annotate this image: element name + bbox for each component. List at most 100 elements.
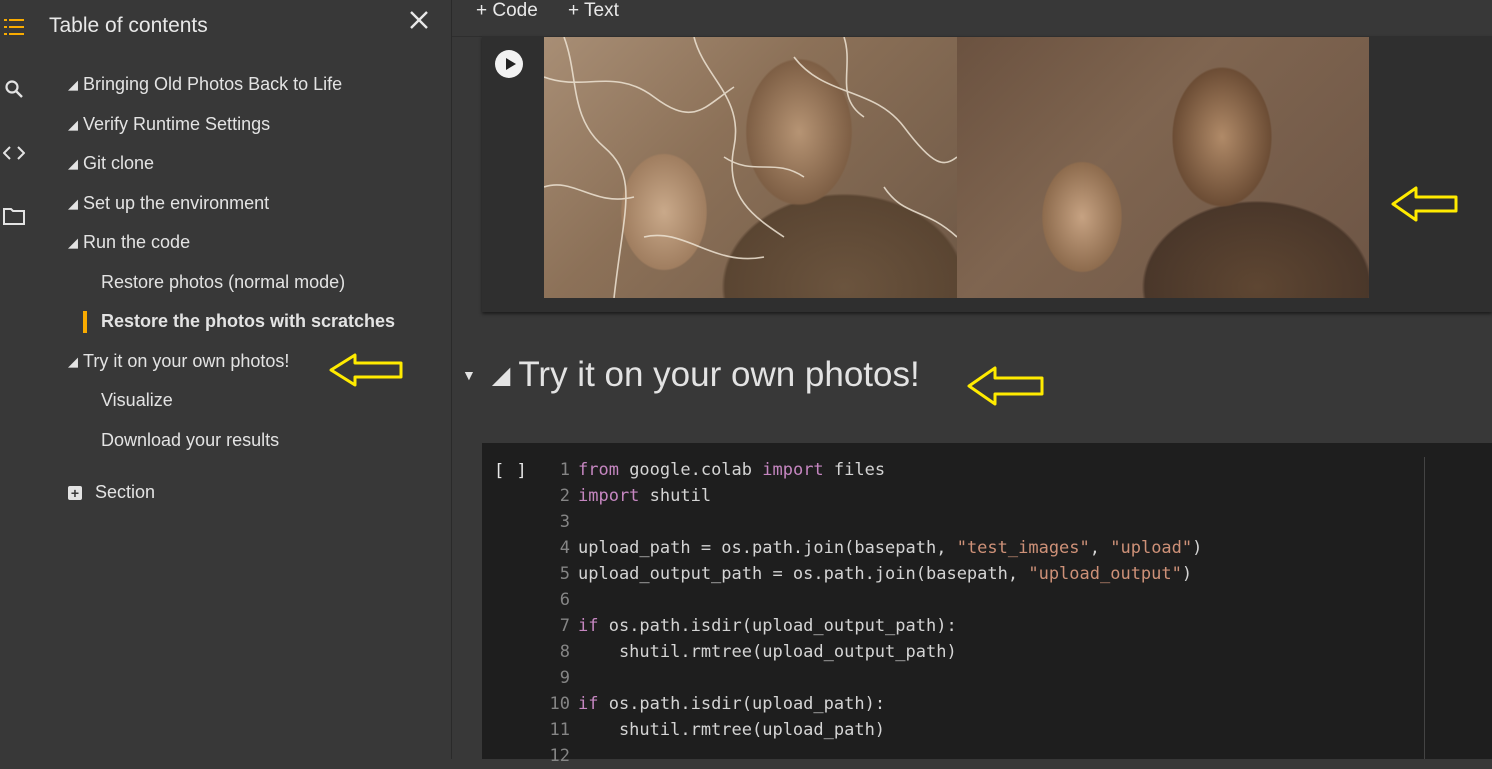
code-cell[interactable]: [ ] 1 from google.colab import files 2 impo… — [482, 443, 1492, 766]
toc-item-restore-scratches[interactable]: Restore the photos with scratches — [101, 311, 395, 332]
old-damaged-photo — [544, 37, 957, 298]
code-line[interactable]: 9 — [538, 665, 1202, 691]
toc-icon[interactable] — [3, 16, 25, 38]
line-number: 4 — [559, 538, 570, 558]
code-text: if os.path.isdir(upload_output_path): — [578, 613, 957, 639]
section-triangle-icon: ◢ — [68, 234, 78, 250]
search-icon[interactable] — [3, 78, 25, 100]
code-token: import — [578, 486, 640, 506]
toc-item-restore-normal[interactable]: Restore photos (normal mode) — [101, 272, 345, 293]
close-icon[interactable] — [407, 8, 431, 32]
code-token: files — [823, 460, 886, 480]
code-text: upload_output_path = os.path.join(basepa… — [578, 561, 1192, 587]
code-text: upload_path = os.path.join(basepath, "te… — [578, 535, 1202, 561]
code-line[interactable]: 1 from google.colab import files — [538, 457, 1202, 483]
code-token: shutil.rmtree(upload_path) — [578, 720, 886, 740]
code-token: os.path.isdir(upload_output_path): — [598, 616, 957, 636]
toc-item-label: Git clone — [83, 153, 155, 173]
code-text: if os.path.isdir(upload_path): — [578, 691, 885, 717]
section-triangle-icon: ◢ — [68, 353, 78, 369]
section-heading: ▼ ◢ Try it on your own photos! — [462, 355, 920, 395]
folder-icon[interactable] — [3, 205, 25, 227]
line-number: 11 — [549, 720, 570, 740]
annotation-arrow-icon — [1391, 186, 1458, 222]
toc-item-visualize[interactable]: Visualize — [101, 390, 173, 411]
code-line[interactable]: 2 import shutil — [538, 483, 1202, 509]
code-text: import shutil — [578, 483, 711, 509]
table-of-contents-panel: Table of contents ◢ Bringing Old Photos B… — [30, 0, 451, 759]
line-number: 9 — [559, 668, 570, 688]
line-number: 10 — [549, 694, 570, 714]
line-number: 7 — [559, 616, 570, 636]
toc-item-label: Download your results — [101, 430, 280, 450]
side-rail — [0, 0, 30, 759]
code-token: import — [762, 460, 824, 480]
toc-item-try-own-photos[interactable]: ◢ Try it on your own photos! — [68, 351, 289, 372]
toc-item-label: Restore the photos with scratches — [101, 311, 396, 331]
toc-item-label: Try it on your own photos! — [83, 351, 290, 371]
section-triangle-icon: ◢ — [68, 116, 78, 132]
code-line[interactable]: 6 — [538, 587, 1202, 613]
section-triangle-icon: ◢ — [68, 195, 78, 211]
toc-item-bringing-old-photos[interactable]: ◢ Bringing Old Photos Back to Life — [68, 74, 342, 95]
code-token: upload_path = os.path.join(basepath, — [578, 538, 957, 558]
annotation-arrow-icon — [329, 353, 403, 387]
section-triangle-icon: ◢ — [491, 361, 511, 389]
editor-ruler — [1424, 457, 1425, 759]
scratch-overlay — [544, 37, 957, 298]
line-number: 5 — [559, 564, 570, 584]
run-cell-button[interactable] — [495, 50, 523, 78]
code-token: google.colab — [618, 460, 763, 480]
notebook-toolbar: + Code + Text — [452, 0, 1492, 37]
add-text-button[interactable]: + Text — [568, 0, 619, 22]
add-section-label: Section — [95, 482, 156, 502]
code-editor[interactable]: 1 from google.colab import files 2 import s… — [538, 457, 1203, 769]
section-triangle-icon: ◢ — [68, 76, 78, 92]
line-number: 6 — [559, 590, 570, 610]
plus-icon: + — [68, 485, 82, 500]
code-line[interactable]: 11 shutil.rmtree(upload_path) — [538, 717, 1202, 743]
section-heading-text: Try it on your own photos! — [518, 355, 920, 394]
active-indicator — [83, 311, 87, 333]
restored-photo — [957, 37, 1369, 298]
line-number: 1 — [559, 460, 570, 480]
toc-item-git-clone[interactable]: ◢ Git clone — [68, 153, 154, 174]
code-line[interactable]: 7 if os.path.isdir(upload_output_path): — [538, 613, 1202, 639]
code-text: shutil.rmtree(upload_output_path) — [578, 639, 957, 665]
toc-item-label: Set up the environment — [83, 193, 270, 213]
code-token: if — [578, 694, 599, 714]
code-icon[interactable] — [3, 142, 25, 164]
code-token: "test_images" — [956, 538, 1090, 558]
code-token: ) — [1192, 538, 1203, 558]
code-token: "upload" — [1110, 538, 1193, 558]
code-token: ) — [1181, 564, 1193, 584]
line-number: 3 — [559, 512, 570, 532]
code-line[interactable]: 8 shutil.rmtree(upload_output_path) — [538, 639, 1202, 665]
toc-item-download-results[interactable]: Download your results — [101, 430, 279, 451]
code-line[interactable]: 5 upload_output_path = os.path.join(basep… — [538, 561, 1202, 587]
code-token: upload_output_path = os.path.join(basepa… — [578, 564, 1029, 584]
annotation-arrow-icon — [967, 366, 1044, 406]
code-token: shutil.rmtree(upload_output_path) — [578, 642, 957, 662]
add-section-button[interactable]: + Section — [68, 482, 155, 503]
add-code-button[interactable]: + Code — [476, 0, 538, 22]
cell-run-indicator[interactable]: [ ] — [494, 461, 528, 481]
code-token: , — [1089, 538, 1111, 558]
code-text: shutil.rmtree(upload_path) — [578, 717, 885, 743]
code-line[interactable]: 10 if os.path.isdir(upload_path): — [538, 691, 1202, 717]
toc-item-label: Visualize — [101, 390, 173, 410]
code-token: "upload_output" — [1028, 564, 1182, 584]
code-token: from — [578, 460, 619, 480]
code-line[interactable]: 3 — [538, 509, 1202, 535]
code-line[interactable]: 4 upload_path = os.path.join(basepath, "t… — [538, 535, 1203, 561]
toc-item-setup-env[interactable]: ◢ Set up the environment — [68, 193, 269, 214]
code-line[interactable]: 12 — [538, 743, 1202, 769]
code-token: if — [578, 616, 599, 636]
collapse-caret-icon[interactable]: ▼ — [462, 367, 476, 383]
line-number: 8 — [559, 642, 570, 662]
code-token: shutil — [639, 486, 712, 506]
code-text: from google.colab import files — [578, 457, 885, 483]
toc-item-run-code[interactable]: ◢ Run the code — [68, 232, 190, 253]
code-token: os.path.isdir(upload_path): — [598, 694, 886, 714]
toc-item-verify-runtime[interactable]: ◢ Verify Runtime Settings — [68, 114, 270, 135]
